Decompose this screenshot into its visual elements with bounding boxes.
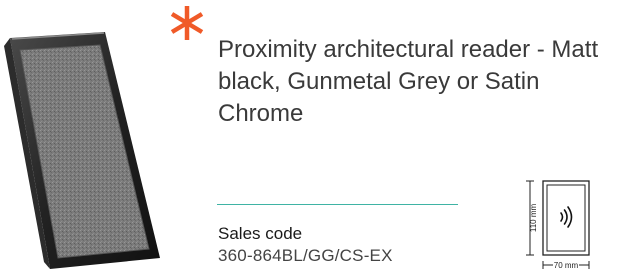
height-label: 110 mm (529, 204, 538, 233)
sales-code-label: Sales code (218, 224, 303, 243)
width-label: 70 mm (554, 261, 579, 270)
product-title: Proximity architectural reader - Matt bl… (218, 36, 599, 127)
sales-code-value: 360-864BL/GG/CS-EX (218, 246, 393, 265)
divider (217, 204, 458, 205)
asterisk-icon (170, 6, 204, 40)
dimension-diagram: 110 mm 70 mm (526, 180, 590, 270)
product-photo (4, 32, 160, 269)
